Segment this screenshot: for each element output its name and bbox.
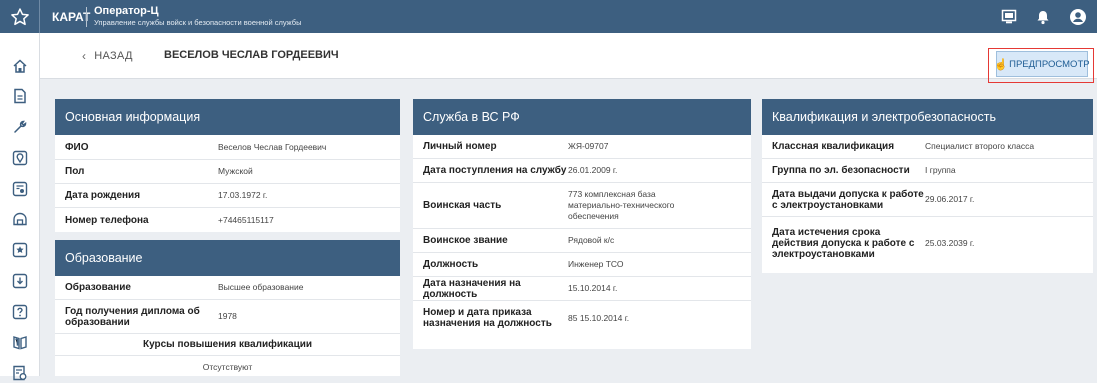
table-row: Дата рождения 17.03.1972 г. (55, 184, 400, 208)
table-row: Образование Высшее образование (55, 276, 400, 300)
table-row: Классная квалификация Специалист второго… (762, 135, 1093, 159)
field-label: Воинская часть (423, 200, 502, 211)
table-row: Дата назначения на должность 15.10.2014 … (413, 277, 751, 301)
field-value: 1978 (218, 311, 237, 321)
field-label: Номер и дата приказа назначения на должн… (423, 307, 552, 329)
user-icon[interactable] (1069, 8, 1087, 26)
field-value: I группа (925, 165, 956, 175)
field-value: 29.06.2017 г. (925, 194, 975, 204)
field-value: 25.03.2039 г. (925, 237, 975, 248)
download-icon[interactable] (10, 271, 30, 291)
field-label: Воинское звание (423, 235, 508, 246)
field-value: Инженер ТСО (568, 259, 624, 269)
brand-divider (86, 7, 87, 27)
panel-title: Квалификация и электробезопасность (762, 99, 1093, 135)
field-label: Образование (65, 282, 131, 293)
table-row: Группа по эл. безопасности I группа (762, 159, 1093, 183)
table-row: Дата истечения срока действия допуска к … (762, 217, 1093, 269)
back-label: НАЗАД (94, 50, 133, 62)
wrench-icon[interactable] (10, 117, 30, 137)
book-icon[interactable] (10, 332, 30, 352)
home-icon[interactable] (10, 56, 30, 76)
panel-title: Служба в ВС РФ (413, 99, 751, 135)
panel-title: Образование (55, 240, 400, 276)
table-row: Воинская часть 773 комплексная база мате… (413, 183, 751, 229)
star-badge-icon[interactable] (10, 240, 30, 260)
panel-title: Основная информация (55, 99, 400, 135)
table-row: Воинское звание Рядовой к/с (413, 229, 751, 253)
field-value: +74465115117 (218, 214, 274, 225)
help-icon[interactable] (10, 302, 30, 322)
table-row: Номер и дата приказа назначения на должн… (413, 301, 751, 335)
field-value: 26.01.2009 г. (568, 165, 618, 175)
field-value: Рядовой к/с (568, 235, 615, 245)
courses-row: Отсутствуют (55, 356, 400, 378)
field-value: 773 комплексная база материально-техниче… (568, 189, 675, 221)
field-label: Дата назначения на должность (423, 277, 521, 300)
map-pin-icon[interactable] (10, 148, 30, 168)
table-row: Личный номер ЖЯ-09707 (413, 135, 751, 159)
top-bar: КАРАТ Оператор-Ц Управление службы войск… (0, 0, 1097, 33)
table-row: Номер телефона +74465115117 (55, 208, 400, 232)
field-value: 17.03.1972 г. (218, 190, 268, 200)
field-label: Дата поступления на службу (423, 165, 567, 176)
chevron-left-icon: ‹ (82, 49, 87, 63)
service-panel: Служба в ВС РФ Личный номер ЖЯ-09707 Дат… (413, 99, 751, 349)
field-label: Личный номер (423, 141, 497, 152)
field-value: 15.10.2014 г. (568, 283, 618, 293)
field-label: Пол (65, 166, 85, 177)
basic-info-panel: Основная информация ФИО Веселов Чеслав Г… (55, 99, 400, 232)
field-value: Веселов Чеслав Гордеевич (218, 141, 327, 152)
favorites-star-icon[interactable] (0, 0, 40, 33)
table-row: ФИО Веселов Чеслав Гордеевич (55, 135, 400, 160)
field-value: ЖЯ-09707 (568, 141, 609, 151)
brand-logo[interactable]: КАРАТ (52, 10, 90, 24)
presentation-icon[interactable] (1000, 8, 1018, 26)
document-icon[interactable] (10, 86, 30, 106)
courses-title: Курсы повышения квалификации (142, 339, 313, 350)
preview-button[interactable]: ☝ ПРЕДПРОСМОТР (994, 51, 1090, 77)
report-icon[interactable] (10, 363, 30, 383)
field-value: Высшее образование (218, 282, 304, 292)
table-row: Дата поступления на службу 26.01.2009 г. (413, 159, 751, 183)
bell-icon[interactable] (1034, 8, 1052, 26)
courses-value: Отсутствуют (202, 362, 253, 372)
education-panel: Образование Образование Высшее образован… (55, 240, 400, 376)
page-title: ВЕСЕЛОВ ЧЕСЛАВ ГОРДЕЕВИЧ (164, 49, 339, 61)
page-header: ‹ НАЗАД ВЕСЕЛОВ ЧЕСЛАВ ГОРДЕЕВИЧ ☝ ПРЕДП… (40, 33, 1097, 83)
table-row: Дата выдачи допуска к работе с электроус… (762, 183, 1093, 217)
field-label: Дата истечения срока действия допуска к … (772, 226, 915, 260)
sidebar (0, 33, 40, 381)
field-label: Классная квалификация (772, 141, 895, 152)
app-subtitle: Управление службы войск и безопасности в… (94, 18, 302, 27)
field-label: Номер телефона (65, 214, 149, 226)
field-value: 85 15.10.2014 г. (568, 312, 630, 323)
id-card-icon[interactable] (10, 179, 30, 199)
field-label: Должность (423, 259, 479, 270)
back-button[interactable]: ‹ НАЗАД (82, 49, 133, 63)
courses-header: Курсы повышения квалификации (55, 334, 400, 356)
table-row: Год получения диплома об образовании 197… (55, 300, 400, 334)
field-label: Группа по эл. безопасности (772, 165, 910, 176)
preview-button-label: ПРЕДПРОСМОТР (1009, 58, 1090, 70)
field-label: Дата выдачи допуска к работе с электроус… (772, 188, 924, 211)
field-value: Специалист второго класса (925, 141, 1035, 151)
app-name: Оператор-Ц (94, 5, 159, 17)
archive-icon[interactable] (10, 209, 30, 229)
field-label: ФИО (65, 141, 89, 153)
table-row: Должность Инженер ТСО (413, 253, 751, 277)
field-label: Год получения диплома об образовании (65, 305, 200, 328)
field-value: Мужской (218, 166, 253, 176)
field-label: Дата рождения (65, 190, 141, 201)
qualification-panel: Квалификация и электробезопасность Класс… (762, 99, 1093, 273)
table-row: Пол Мужской (55, 160, 400, 184)
hand-cursor-icon: ☝ (994, 58, 1009, 71)
